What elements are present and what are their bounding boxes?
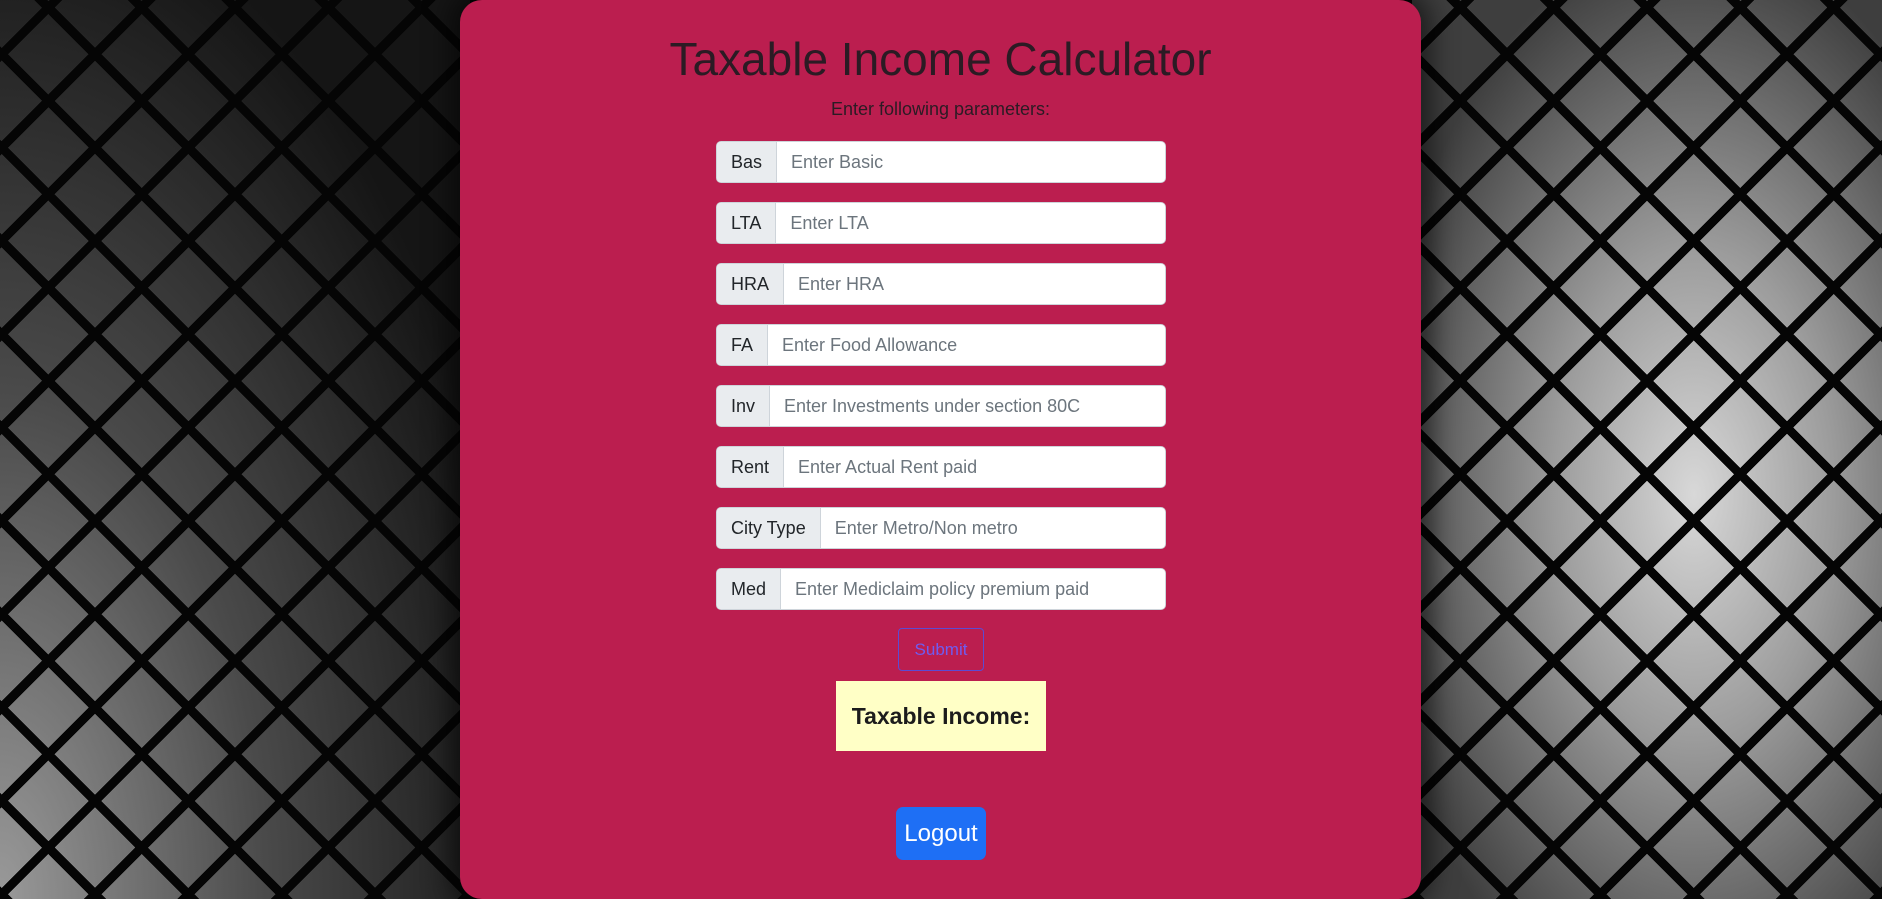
- taxable-income-result: Taxable Income:: [836, 681, 1046, 751]
- basic-label: Bas: [717, 142, 778, 182]
- city-type-label: City Type: [717, 508, 821, 548]
- food-allowance-input[interactable]: [768, 325, 1165, 365]
- hra-field-group: HRA: [716, 263, 1166, 305]
- hra-input[interactable]: [784, 264, 1165, 304]
- rent-input[interactable]: [784, 447, 1165, 487]
- lta-input[interactable]: [776, 203, 1165, 243]
- background-pattern-right: [1412, 0, 1882, 899]
- city-type-input[interactable]: [820, 508, 1165, 548]
- food-allowance-field-group: FA: [716, 324, 1166, 366]
- mediclaim-field-group: Med: [716, 568, 1166, 610]
- lta-label: LTA: [717, 203, 777, 243]
- mediclaim-label: Med: [717, 569, 782, 609]
- lta-field-group: LTA: [716, 202, 1166, 244]
- calculator-card: Taxable Income Calculator Enter followin…: [460, 0, 1421, 899]
- background-pattern-left: [0, 0, 470, 899]
- mediclaim-input[interactable]: [781, 569, 1165, 609]
- investments-label: Inv: [717, 386, 771, 426]
- investments-field-group: Inv: [716, 385, 1166, 427]
- rent-label: Rent: [717, 447, 785, 487]
- city-type-field-group: City Type: [716, 507, 1166, 549]
- hra-label: HRA: [717, 264, 785, 304]
- submit-button[interactable]: Submit: [898, 628, 984, 671]
- page-subtitle: Enter following parameters:: [830, 99, 1051, 119]
- investments-input[interactable]: [770, 386, 1165, 426]
- logout-button[interactable]: Logout: [896, 807, 986, 860]
- page-title: Taxable Income Calculator: [669, 33, 1212, 85]
- basic-field-group: Bas: [716, 141, 1166, 183]
- food-allowance-label: FA: [717, 325, 769, 365]
- basic-input[interactable]: [777, 142, 1165, 182]
- rent-field-group: Rent: [716, 446, 1166, 488]
- taxable-income-label: Taxable Income:: [851, 702, 1031, 729]
